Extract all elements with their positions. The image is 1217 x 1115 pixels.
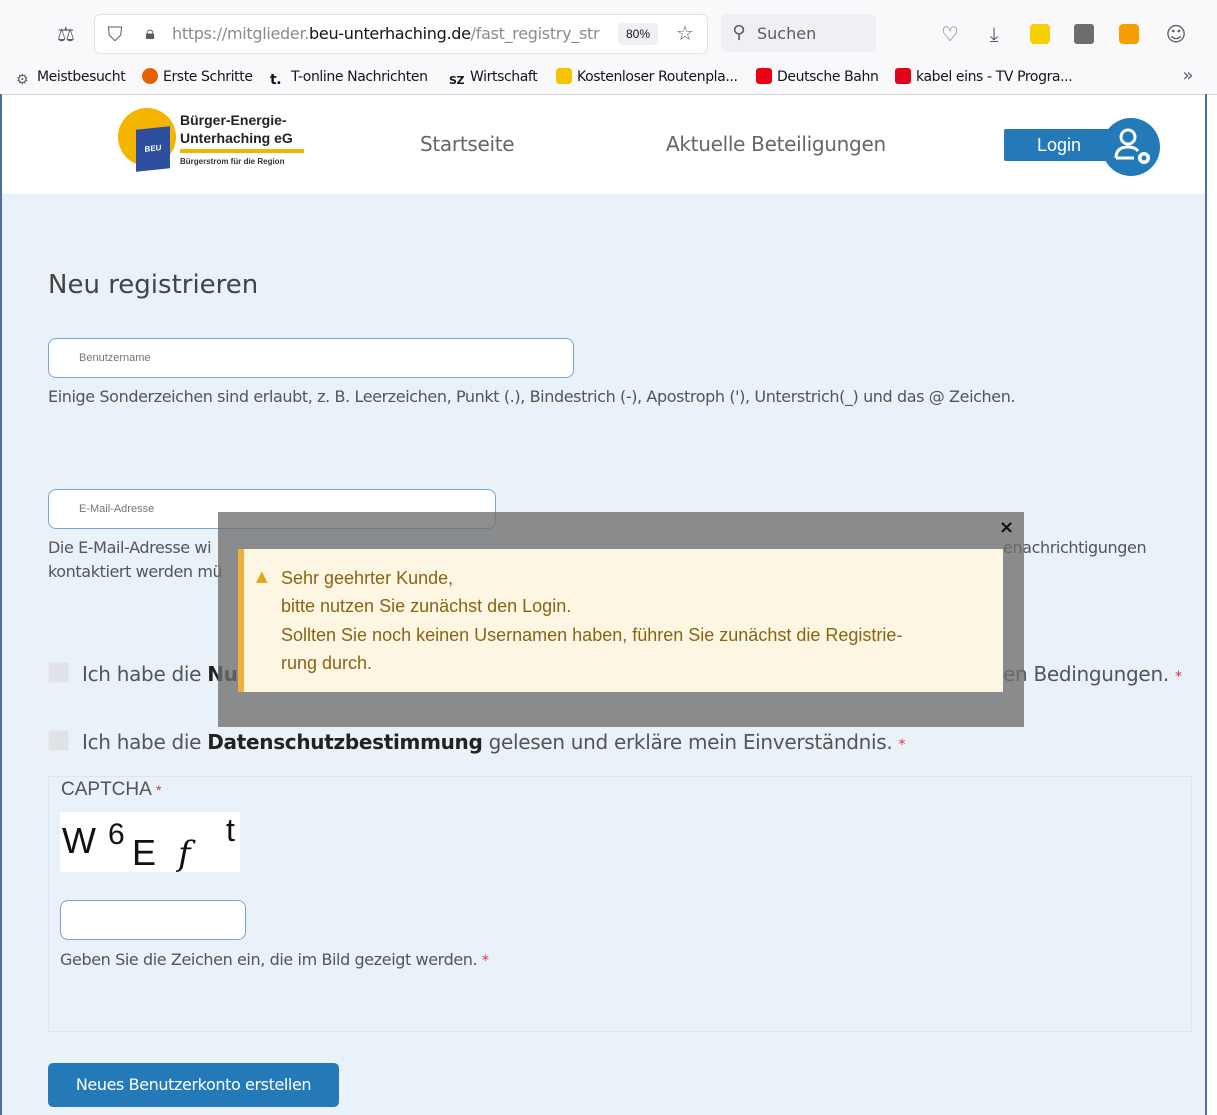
captcha-label: CAPTCHA * xyxy=(61,779,161,801)
logo-underline xyxy=(180,149,304,153)
url-domain: beu-unterhaching.de xyxy=(309,24,471,43)
logo-badge: BEU xyxy=(136,126,170,172)
alert-line: bitte nutzen Sie zunächst den Login. xyxy=(281,596,572,616)
route-planner-icon xyxy=(556,68,572,84)
extension-icon[interactable] xyxy=(1030,24,1050,44)
download-icon[interactable]: ⤓ xyxy=(982,22,1006,46)
terms-label-right: en Bedingungen. * xyxy=(1003,662,1182,686)
search-input[interactable]: Suchen xyxy=(757,24,816,43)
captcha-char: E xyxy=(132,832,157,873)
bookmark-label: Meistbesucht xyxy=(37,69,126,85)
captcha-char: W xyxy=(62,820,96,861)
terms-suffix: en Bedingungen. xyxy=(1003,662,1169,686)
create-account-button[interactable]: Neues Benutzerkonto erstellen xyxy=(48,1063,339,1107)
bookmark-label: Kostenloser Routenpla... xyxy=(577,69,738,85)
bookmark-route-planner[interactable]: Kostenloser Routenpla... xyxy=(556,67,738,87)
captcha-hint: Geben Sie die Zeichen ein, die im Bild g… xyxy=(60,950,489,969)
lock-icon[interactable]: 🔒︎ xyxy=(138,22,162,46)
star-bookmark-icon[interactable]: ☆ xyxy=(673,21,697,45)
extension-headphones-icon[interactable] xyxy=(1119,24,1139,44)
email-hint-right1: enachrichtigungen xyxy=(1003,538,1147,557)
search-icon: ⚲ xyxy=(732,22,746,43)
bookmark-label: kabel eins - TV Progra... xyxy=(916,69,1073,85)
privacy-link[interactable]: Datenschutzbestimmung xyxy=(207,730,483,754)
required-mark: * xyxy=(898,737,906,753)
username-hint: Einige Sonderzeichen sind erlaubt, z. B.… xyxy=(48,387,1016,406)
privacy-suffix: gelesen und erkläre mein Einverständnis. xyxy=(482,730,893,754)
captcha-label-text: CAPTCHA xyxy=(61,779,151,800)
pocket-icon[interactable]: ♡ xyxy=(938,22,962,46)
captcha-char: 6 xyxy=(108,818,125,851)
bookmark-most-visited[interactable]: ⚙ Meistbesucht xyxy=(16,67,126,88)
required-mark: * xyxy=(481,953,489,969)
privacy-checkbox[interactable] xyxy=(48,730,69,751)
bookmark-label: Wirtschaft xyxy=(470,69,538,85)
url-path: /fast_registry_str xyxy=(470,24,600,43)
alert-line: rung durch. xyxy=(281,653,373,673)
bookmark-kabel-eins[interactable]: kabel eins - TV Progra... xyxy=(895,67,1073,87)
bookmark-wirtschaft[interactable]: SZ Wirtschaft xyxy=(449,67,538,87)
chevron-right-icon[interactable]: » xyxy=(1176,64,1200,88)
terms-prefix: Ich habe die xyxy=(82,662,208,686)
email-hint-left1: Die E-Mail-Adresse wi xyxy=(48,538,212,557)
bookmark-t-online[interactable]: t. T-online Nachrichten xyxy=(270,67,428,88)
captcha-hint-text: Geben Sie die Zeichen ein, die im Bild g… xyxy=(60,950,478,969)
alert-line: Sollten Sie noch keinen Usernamen haben,… xyxy=(281,625,903,645)
email-hint-left2: kontaktiert werden mü xyxy=(48,562,223,581)
db-icon xyxy=(756,68,772,84)
url-text[interactable]: https://mitglieder.beu-unterhaching.de/f… xyxy=(172,24,604,43)
privacy-label: Ich habe die Datenschutzbestimmung geles… xyxy=(82,730,906,754)
alert-line: Sehr geehrter Kunde, xyxy=(281,568,454,588)
terms-checkbox[interactable] xyxy=(48,662,69,683)
page-title: Neu registrieren xyxy=(48,270,259,300)
captcha-image: W 6 E f t xyxy=(60,812,240,874)
captcha-char: f xyxy=(178,834,191,874)
zoom-badge[interactable]: 80% xyxy=(618,23,658,45)
logo-line2: Unterhaching eG xyxy=(180,130,293,146)
logo-tagline: Bürgerstrom für die Region xyxy=(180,157,285,166)
reader-icon[interactable]: ⚖ xyxy=(54,22,78,46)
kabel-eins-icon xyxy=(895,68,911,84)
privacy-prefix: Ich habe die xyxy=(82,730,208,754)
gear-icon: ⚙ xyxy=(16,72,29,88)
bookmark-getting-started[interactable]: Erste Schritte xyxy=(142,67,253,87)
captcha-input[interactable] xyxy=(60,900,246,940)
logo-line1: Bürger-Energie- xyxy=(180,112,287,128)
login-button[interactable]: Login xyxy=(1004,129,1114,161)
extension-help-icon[interactable] xyxy=(1074,24,1094,44)
bookmark-label: Erste Schritte xyxy=(163,69,253,85)
captcha-char: t xyxy=(226,812,235,848)
account-icon[interactable]: ☺ xyxy=(1164,22,1188,46)
username-input[interactable] xyxy=(48,338,574,378)
url-prefix: https://mitglieder. xyxy=(172,24,310,43)
warning-icon: ▲ xyxy=(256,567,268,585)
bookmark-label: T-online Nachrichten xyxy=(291,69,428,85)
firefox-icon xyxy=(142,68,158,84)
t-online-icon: t. xyxy=(270,72,282,88)
required-mark: * xyxy=(156,782,162,798)
close-icon[interactable]: × xyxy=(999,517,1014,538)
required-mark: * xyxy=(1174,669,1182,685)
bookmark-label: Deutsche Bahn xyxy=(777,69,879,85)
sz-icon: SZ xyxy=(449,74,465,87)
user-gear-icon[interactable] xyxy=(1102,118,1160,176)
bookmark-deutsche-bahn[interactable]: Deutsche Bahn xyxy=(756,67,879,87)
shield-icon[interactable]: ⛉ xyxy=(103,22,127,46)
nav-home[interactable]: Startseite xyxy=(420,132,515,156)
nav-investments[interactable]: Aktuelle Beteiligungen xyxy=(666,132,886,156)
